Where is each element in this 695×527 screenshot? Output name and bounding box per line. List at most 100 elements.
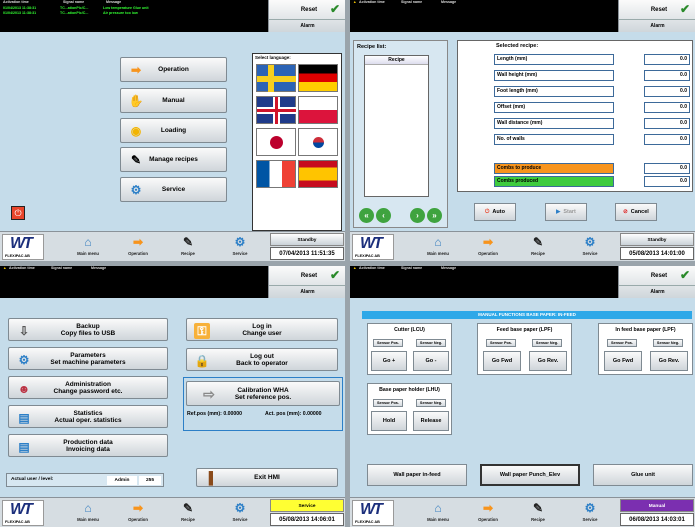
reset-alarm-panel: Reset ✔ Alarm — [268, 0, 345, 32]
exit-door-icon: ▌ — [208, 471, 218, 485]
nav-recipe[interactable]: ✎ Recipe — [516, 233, 560, 261]
selected-recipe-panel: Selected recipe: Length (mm) 0.0 Wall hei… — [457, 40, 693, 192]
footer-nav: WT FLEXIPAC AB ⌂ Main menu ➡ Operation ✎ Rec… — [350, 231, 695, 261]
clock: 06/08/2013 14:03:01 — [620, 513, 694, 526]
field-label: Length (mm) — [494, 54, 614, 65]
nav-service[interactable]: ⚙ Service — [218, 499, 262, 527]
alarm-button[interactable]: Alarm — [619, 19, 695, 31]
go-fwd-button[interactable]: Go Fwd — [483, 351, 521, 371]
flag-german[interactable] — [298, 64, 338, 92]
previous-icon[interactable]: ‹ — [376, 208, 391, 223]
manage-recipes-button[interactable]: ✎ Manage recipes — [120, 147, 227, 172]
home-icon: ⌂ — [434, 501, 442, 515]
alarm-button[interactable]: Alarm — [619, 285, 695, 297]
go-fwd-button[interactable]: Go Fwd — [604, 351, 642, 371]
start-button[interactable]: ▶ Start — [545, 203, 587, 221]
manual-button[interactable]: ✋ Manual — [120, 88, 227, 113]
alarm-button[interactable]: Alarm — [269, 19, 345, 31]
nav-main-menu[interactable]: ⌂ Main menu — [416, 233, 460, 261]
field-value[interactable]: 0.0 — [644, 102, 690, 113]
document-icon: ▤ — [18, 440, 30, 454]
recipe-list[interactable]: Recipe — [364, 55, 429, 197]
nav-operation[interactable]: ➡ Operation — [466, 499, 510, 527]
nav-service[interactable]: ⚙ Service — [568, 499, 612, 527]
calibration-button[interactable]: ⇨ Calibration WHA Set reference pos. — [186, 381, 340, 406]
field-value[interactable]: 0.0 — [644, 118, 690, 129]
service-icon: ⚙ — [234, 235, 246, 249]
nav-service[interactable]: ⚙ Service — [568, 233, 612, 261]
ref-pos: Ref.pos (mm): 0.00000 — [187, 411, 243, 417]
loading-button[interactable]: ◉ Loading — [120, 118, 227, 143]
auto-button[interactable]: ⏻ Auto — [474, 203, 516, 221]
operation-button[interactable]: ➡ Operation — [120, 57, 227, 82]
hold-button[interactable]: Hold — [371, 411, 407, 431]
service-button[interactable]: ⚙ Service — [120, 177, 227, 202]
flag-french[interactable] — [256, 160, 296, 188]
field-value[interactable]: 0.0 — [644, 134, 690, 145]
combs-to-produce-value[interactable]: 0.0 — [644, 163, 690, 174]
field-value[interactable]: 0.0 — [644, 86, 690, 97]
next-icon[interactable]: › — [410, 208, 425, 223]
go-rev-button[interactable]: Go Rev. — [650, 351, 688, 371]
first-icon[interactable]: « — [359, 208, 374, 223]
alarm-button[interactable]: Alarm — [269, 285, 345, 297]
field-label: Offset (mm) — [494, 102, 614, 113]
field-value[interactable]: 0.0 — [644, 54, 690, 65]
nav-service[interactable]: ⚙ Service — [218, 233, 262, 261]
play-icon: ▶ — [556, 209, 561, 215]
sensor-neg-indicator: Sensor Neg. — [416, 399, 446, 407]
service-icon: ⚙ — [584, 235, 596, 249]
login-button[interactable]: ⚿ Log in Change user — [186, 318, 338, 341]
nav-recipe[interactable]: ✎ Recipe — [166, 499, 210, 527]
go-minus-button[interactable]: Go - — [413, 351, 449, 371]
production-data-button[interactable]: ▤ Production data Invoicing data — [8, 434, 168, 457]
go-rev-button[interactable]: Go Rev. — [529, 351, 567, 371]
arrow-right-icon: ➡ — [482, 235, 494, 249]
combs-to-produce-label: Combs to produce — [494, 163, 614, 174]
screen-manual-functions: ▲ Activation time Signal name Message Reset… — [350, 266, 695, 527]
release-button[interactable]: Release — [413, 411, 449, 431]
selected-recipe-title: Selected recipe: — [496, 43, 539, 49]
nav-main-menu[interactable]: ⌂ Main menu — [416, 499, 460, 527]
nav-recipe[interactable]: ✎ Recipe — [516, 499, 560, 527]
alarm-row[interactable]: 01/04/2013 11:38:31 TC...ationPlc/C... Air… — [0, 11, 268, 16]
footer-nav: WT FLEXIPAC AB ⌂ Main menu ➡ Operation ✎ Rec… — [0, 231, 345, 261]
glue-unit-button[interactable]: Glue unit — [593, 464, 693, 486]
nav-main-menu[interactable]: ⌂ Main menu — [66, 233, 110, 261]
flag-british[interactable] — [256, 96, 296, 124]
flag-polish[interactable] — [298, 96, 338, 124]
parameters-button[interactable]: ⚙ Parameters Set machine parameters — [8, 347, 168, 370]
nav-operation[interactable]: ➡ Operation — [116, 233, 160, 261]
cancel-button[interactable]: ⊘ Cancel — [615, 203, 657, 221]
combs-produced-value: 0.0 — [644, 176, 690, 187]
clock: 05/08/2013 14:06:01 — [270, 513, 344, 526]
wall-paper-punch-button[interactable]: Wall paper Punch_Elev — [480, 464, 580, 486]
field-label: Foot length (mm) — [494, 86, 614, 97]
field-label: Wall height (mm) — [494, 70, 614, 81]
alarm-list: ▲ Activation time Signal name Message — [350, 266, 618, 298]
home-icon: ⌂ — [434, 235, 442, 249]
nav-operation[interactable]: ➡ Operation — [116, 499, 160, 527]
go-plus-button[interactable]: Go + — [371, 351, 407, 371]
logout-button[interactable]: 🔒 Log out Back to operator — [186, 348, 338, 371]
flag-spanish[interactable] — [298, 160, 338, 188]
section-banner: MANUAL FUNCTIONS BASE PAPER: IN-FEED — [362, 311, 692, 319]
alarm-list: ▲ Activation time Signal name Message — [0, 266, 268, 298]
last-icon[interactable]: » — [427, 208, 442, 223]
nav-recipe[interactable]: ✎ Recipe — [166, 233, 210, 261]
administration-button[interactable]: ☻ Administration Change password etc. — [8, 376, 168, 399]
backup-button[interactable]: ⇩ Backup Copy files to USB — [8, 318, 168, 341]
exit-hmi-button[interactable]: ▌ Exit HMI — [196, 468, 338, 487]
statistics-button[interactable]: ▤ Statistics Actual oper. statistics — [8, 405, 168, 428]
field-value[interactable]: 0.0 — [644, 70, 690, 81]
power-off-icon[interactable]: ⏻ — [11, 206, 25, 220]
flexipac-logo: WT FLEXIPAC AB — [352, 500, 394, 526]
flag-japanese[interactable] — [256, 128, 296, 156]
nav-operation[interactable]: ➡ Operation — [466, 233, 510, 261]
flag-swedish[interactable] — [256, 64, 296, 92]
flag-korean[interactable] — [298, 128, 338, 156]
nav-main-menu[interactable]: ⌂ Main menu — [66, 499, 110, 527]
wall-paper-infeed-button[interactable]: Wall paper in-feed — [367, 464, 467, 486]
arrow-right-icon: ➡ — [132, 501, 144, 515]
field-label: No. of walls — [494, 134, 614, 145]
